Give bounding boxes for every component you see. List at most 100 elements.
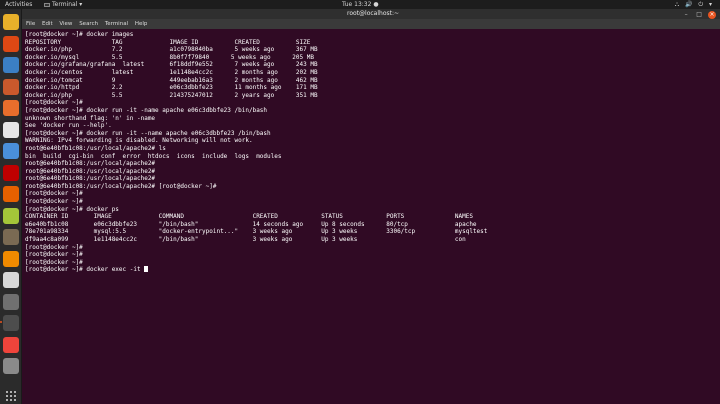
terminal-line-text: e6e40bfb1c08 e06c3dbbfe23 "/bin/bash" 14…: [25, 220, 477, 228]
text-cursor: [144, 266, 149, 273]
terminal-line: [root@docker ~]# docker run -it -name ap…: [25, 107, 717, 115]
menu-edit[interactable]: Edit: [42, 21, 53, 27]
terminal-line: df9aa4c8a099 1e1148e4cc2c "/bin/bash" 3 …: [25, 236, 717, 244]
terminal-line: docker.io/mysql 5.5 8b0f7f79840 5 weeks …: [25, 54, 717, 62]
terminal-line-text: bin build cgi-bin conf error htdocs icon…: [25, 152, 282, 160]
terminal-line: See 'docker run --help'.: [25, 122, 717, 130]
terminal-line: [root@docker ~]# docker ps: [25, 206, 717, 214]
chrome-icon[interactable]: [3, 14, 19, 30]
terminal-line: docker.io/php 5.5 214375247012 2 years a…: [25, 92, 717, 100]
vlc-icon[interactable]: [3, 250, 19, 267]
terminal-line-text: docker.io/centos latest 1e1148e4cc2c 2 m…: [25, 68, 318, 76]
screenshot-icon[interactable]: [3, 293, 19, 310]
terminal-line: unknown shorthand flag: 'n' in -name: [25, 115, 717, 123]
terminal-output[interactable]: [root@docker ~]# docker images REPOSITORY…: [25, 31, 717, 401]
app-menu-label: Terminal ▾: [52, 1, 83, 8]
terminal-line: [root@docker ~]#: [25, 259, 717, 267]
terminal-icon[interactable]: [0, 315, 19, 331]
clock[interactable]: Tue 13:32 ●: [342, 0, 379, 9]
terminal-line: docker.io/httpd 2.2 e06c3dbbfe23 11 mont…: [25, 84, 717, 92]
maximize-button[interactable]: □: [695, 11, 703, 19]
terminal-line: CONTAINER ID IMAGE COMMAND CREATED STATU…: [25, 213, 717, 221]
terminal-line: root@6e40bfb1c08:/usr/local/apache2# ls: [25, 145, 717, 153]
anydesk-icon[interactable]: [3, 336, 19, 353]
ubuntu-icon[interactable]: [3, 35, 19, 52]
top-bar: Activities Terminal ▾ Tue 13:32 ● ⛬ 🔊 ⏻ …: [0, 0, 720, 9]
menu-search[interactable]: Search: [79, 21, 98, 27]
terminal-line-text: [root@docker ~]#: [25, 251, 83, 259]
terminal-line-text: [root@docker ~]# docker run -it --name a…: [25, 129, 271, 137]
filezilla-icon[interactable]: [3, 164, 19, 181]
minimize-button[interactable]: –: [682, 11, 690, 19]
terminal-line-text: root@6e40bfb1c08:/usr/local/apache2#: [25, 167, 156, 175]
app-menu[interactable]: Terminal ▾: [44, 0, 82, 9]
terminal-line: [root@docker ~]# docker exec -it: [25, 266, 717, 274]
dock: [0, 9, 22, 404]
terminal-line-text: [root@docker ~]# docker ps: [25, 205, 119, 213]
window-controls: – □ ×: [679, 10, 716, 19]
terminal-line-text: REPOSITORY TAG IMAGE ID CREATED SIZE: [25, 38, 311, 46]
text-editor-icon[interactable]: [3, 272, 19, 288]
terminal-line: bin build cgi-bin conf error htdocs icon…: [25, 153, 717, 161]
terminal-line-text: See 'docker run --help'.: [25, 122, 112, 130]
terminal-line: docker.io/php 7.2 a1c0798040ba 5 weeks a…: [25, 46, 717, 54]
terminal-line-text: docker.io/mysql 5.5 8b0f7f79840 5 weeks …: [25, 53, 314, 61]
terminal-line-text: root@6e40bfb1c08:/usr/local/apache2# ls: [25, 144, 166, 152]
terminal-icon: [44, 2, 50, 7]
terminal-line: e6e40bfb1c08 e06c3dbbfe23 "/bin/bash" 14…: [25, 221, 717, 229]
terminal-line-text: root@6e40bfb1c08:/usr/local/apache2#: [25, 160, 156, 168]
terminal-line-text: WARNING: IPv4 forwarding is disabled. Ne…: [25, 137, 253, 145]
android-icon[interactable]: [3, 207, 19, 224]
libreoffice-impress-icon[interactable]: [3, 78, 19, 95]
amazon-icon[interactable]: [3, 121, 19, 138]
terminal-line: docker.io/tomcat 9 449eebab16a3 2 months…: [25, 77, 717, 85]
firefox-icon[interactable]: [3, 186, 19, 202]
files-icon[interactable]: [3, 229, 19, 245]
terminal-line-text: docker.io/tomcat 9 449eebab16a3 2 months…: [25, 76, 318, 84]
terminal-line-text: [root@docker ~]#: [25, 99, 83, 107]
terminal-line: [root@docker ~]# docker run -it --name a…: [25, 130, 717, 138]
activities-button[interactable]: Activities: [5, 0, 32, 9]
menu-view[interactable]: View: [59, 21, 72, 27]
menu-help[interactable]: Help: [135, 21, 148, 27]
terminal-line: [root@docker ~]#: [25, 244, 717, 252]
terminal-line-text: root@6e40bfb1c08:/usr/local/apache2# [ro…: [25, 182, 217, 190]
terminal-line: WARNING: IPv4 forwarding is disabled. Ne…: [25, 137, 717, 145]
terminal-line: [root@docker ~]#: [25, 198, 717, 206]
terminal-line-text: [root@docker ~]# docker run -it -name ap…: [25, 106, 268, 114]
terminal-line-text: df9aa4c8a099 1e1148e4cc2c "/bin/bash" 3 …: [25, 236, 466, 244]
terminal-line: [root@docker ~]#: [25, 251, 717, 259]
terminal-line: root@6e40bfb1c08:/usr/local/apache2# [ro…: [25, 183, 717, 191]
terminal-line-text: docker.io/grafana/grafana latest 6f18ddf…: [25, 61, 318, 69]
terminal-line-text: docker.io/httpd 2.2 e06c3dbbfe23 11 mont…: [25, 84, 318, 92]
help-icon[interactable]: [3, 143, 19, 159]
terminal-line-text: [root@docker ~]#: [25, 198, 83, 206]
terminal-line: [root@docker ~]#: [25, 190, 717, 198]
close-button[interactable]: ×: [708, 11, 716, 19]
terminal-line-text: [root@docker ~]#: [25, 243, 83, 251]
terminal-window: root@localhost:~ – □ × File Edit View Se…: [22, 9, 720, 404]
terminal-line-text: root@6e40bfb1c08:/usr/local/apache2#: [25, 175, 156, 183]
window-title: root@localhost:~: [347, 10, 400, 17]
terminal-line-text: 78e701a98334 mysql:5.5 "docker-entrypoin…: [25, 228, 488, 236]
terminal-line-text: docker.io/php 7.2 a1c0798040ba 5 weeks a…: [25, 46, 318, 54]
terminal-line-text: [root@docker ~]#: [25, 258, 83, 266]
terminal-line-text: [root@docker ~]# docker images: [25, 31, 134, 38]
terminal-line-text: [root@docker ~]#: [25, 190, 83, 198]
menu-file[interactable]: File: [26, 21, 35, 27]
terminal-line: root@6e40bfb1c08:/usr/local/apache2#: [25, 168, 717, 176]
terminal-line: docker.io/grafana/grafana latest 6f18ddf…: [25, 61, 717, 69]
terminal-line-text: unknown shorthand flag: 'n' in -name: [25, 114, 156, 122]
disk-icon[interactable]: [3, 358, 19, 374]
menu-bar: File Edit View Search Terminal Help: [22, 19, 720, 29]
terminal-line-text: docker.io/php 5.5 214375247012 2 years a…: [25, 91, 318, 99]
ubuntu-software-icon[interactable]: [3, 100, 19, 116]
libreoffice-writer-icon[interactable]: [3, 57, 19, 73]
show-applications-icon[interactable]: [5, 390, 17, 402]
window-titlebar[interactable]: root@localhost:~ – □ ×: [22, 9, 720, 19]
system-tray[interactable]: ⛬ 🔊 ⏻ ▾: [675, 0, 714, 9]
menu-terminal[interactable]: Terminal: [105, 21, 128, 27]
terminal-line-text: [root@docker ~]# docker exec -it: [25, 266, 145, 274]
terminal-line: REPOSITORY TAG IMAGE ID CREATED SIZE: [25, 39, 717, 47]
terminal-line: docker.io/centos latest 1e1148e4cc2c 2 m…: [25, 69, 717, 77]
